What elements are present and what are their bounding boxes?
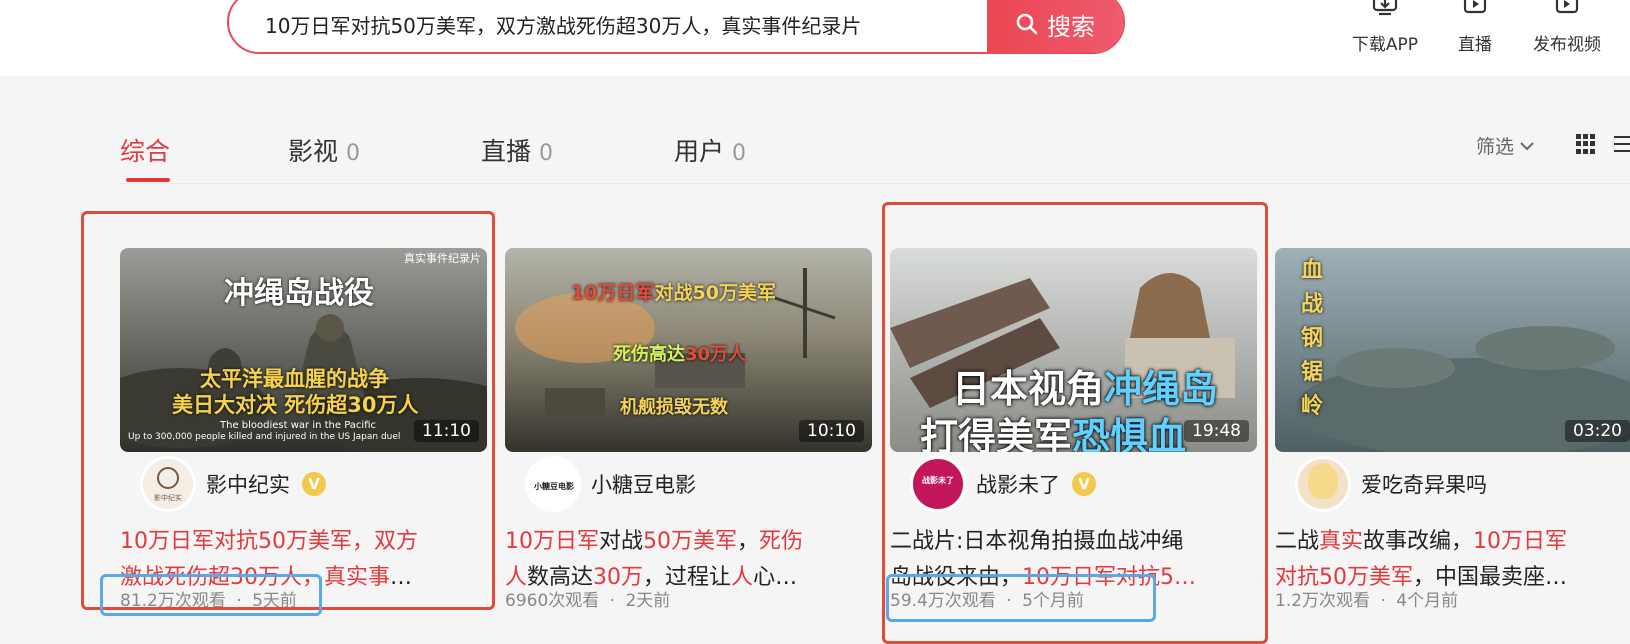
avatar[interactable] bbox=[1295, 456, 1351, 512]
thumb-line1-b: 日军 bbox=[616, 282, 655, 304]
thumb-char: 血 bbox=[1301, 258, 1324, 283]
author-row[interactable]: 爱吃奇异果吗 bbox=[1295, 456, 1487, 512]
video-thumbnail[interactable]: 血 战 钢 锯 岭 03:20 bbox=[1275, 248, 1630, 452]
tabs-divider bbox=[118, 183, 1630, 184]
meta-dot: · bbox=[609, 591, 616, 611]
chevron-down-icon bbox=[1520, 141, 1534, 150]
title-part: ， bbox=[737, 529, 760, 554]
title-part: 心… bbox=[753, 565, 798, 590]
top-header: 10万日军对抗50万美军，双方激战死伤超30万人，真实事件纪录片 搜索 下载AP… bbox=[0, 0, 1630, 76]
tab-live-label: 直播 bbox=[481, 137, 532, 166]
live-label: 直播 bbox=[1458, 35, 1492, 55]
title-part: 故事改编， bbox=[1363, 529, 1474, 554]
tab-users-label: 用户 bbox=[674, 137, 725, 166]
tab-all-label: 综合 bbox=[120, 137, 171, 166]
title-part: 真实 bbox=[1319, 529, 1364, 554]
title-part: 10万日军 bbox=[505, 529, 599, 554]
title-part: 10万日军 bbox=[1473, 529, 1568, 554]
highlight-box-blue bbox=[100, 574, 322, 616]
thumb-line1-c: 对战50万美军 bbox=[654, 282, 776, 304]
avatar[interactable]: 小糖豆电影 bbox=[525, 456, 581, 512]
tab-film[interactable]: 影视 0 bbox=[288, 132, 360, 168]
search-icon bbox=[1016, 13, 1038, 35]
tab-film-label: 影视 bbox=[288, 137, 339, 166]
filter-label: 筛选 bbox=[1476, 136, 1515, 158]
thumb-line2-b: 30万人 bbox=[685, 344, 747, 365]
view-count: 1.2万次观看 bbox=[1275, 591, 1371, 611]
search-button[interactable]: 搜索 bbox=[987, 0, 1123, 52]
thumb-vertical-title: 血 战 钢 锯 岭 bbox=[1301, 254, 1331, 424]
thumb-line1: 10万日军对战50万美军 bbox=[571, 278, 776, 305]
thumb-line1-a: 10万 bbox=[571, 282, 617, 304]
video-duration: 03:20 bbox=[1565, 420, 1630, 442]
title-part: 50万美军 bbox=[643, 529, 738, 554]
tab-live[interactable]: 直播 0 bbox=[481, 132, 553, 168]
result-tabs: 综合 影视 0 直播 0 用户 0 bbox=[0, 76, 1630, 184]
grid-view-icon[interactable] bbox=[1576, 134, 1596, 154]
title-part: 二战 bbox=[1275, 529, 1320, 554]
list-view-icon[interactable] bbox=[1614, 136, 1630, 154]
meta-dot: · bbox=[1380, 591, 1386, 611]
live-icon bbox=[1463, 0, 1487, 14]
avatar-text: 小糖豆电影 bbox=[534, 482, 574, 491]
video-thumbnail[interactable]: 10万日军对战50万美军 死伤高达30万人 机舰损毁无数 10:10 bbox=[505, 248, 872, 452]
avatar-figure-icon bbox=[1308, 463, 1338, 499]
video-card[interactable]: 10万日军对战50万美军 死伤高达30万人 机舰损毁无数 10:10 小糖豆电影… bbox=[505, 248, 872, 611]
thumb-char: 战 bbox=[1301, 292, 1324, 317]
thumb-char: 岭 bbox=[1301, 394, 1324, 419]
tab-users-count: 0 bbox=[732, 141, 747, 166]
search-bar: 10万日军对抗50万美军，双方激战死伤超30万人，真实事件纪录片 搜索 bbox=[227, 0, 1125, 54]
publish-video-label: 发布视频 bbox=[1533, 35, 1601, 55]
highlight-box-red bbox=[81, 211, 495, 610]
search-button-label: 搜索 bbox=[1047, 12, 1095, 41]
highlight-box-blue bbox=[886, 574, 1156, 622]
active-tab-indicator bbox=[126, 178, 170, 182]
thumb-line2: 死伤高达30万人 bbox=[613, 340, 746, 366]
thumb-line2-a: 死伤高达 bbox=[613, 344, 685, 365]
tab-users[interactable]: 用户 0 bbox=[674, 132, 746, 168]
filter-button[interactable]: 筛选 bbox=[1476, 132, 1534, 159]
thumb-char: 钢 bbox=[1301, 326, 1324, 351]
download-icon bbox=[1372, 0, 1398, 16]
search-input[interactable]: 10万日军对抗50万美军，双方激战死伤超30万人，真实事件纪录片 bbox=[265, 10, 861, 39]
title-part: 人 bbox=[731, 565, 754, 590]
author-name[interactable]: 爱吃奇异果吗 bbox=[1361, 469, 1487, 499]
publish-icon bbox=[1555, 0, 1579, 14]
author-name[interactable]: 小糖豆电影 bbox=[591, 469, 696, 499]
author-row[interactable]: 小糖豆电影 小糖豆电影 bbox=[525, 456, 696, 512]
video-duration: 10:10 bbox=[799, 420, 864, 442]
video-card[interactable]: 血 战 钢 锯 岭 03:20 爱吃奇异果吗 二战真实故事改编，10万日军 对抗… bbox=[1275, 248, 1630, 611]
download-app-label: 下载APP bbox=[1351, 35, 1419, 55]
view-count: 6960次观看 bbox=[505, 591, 600, 611]
publish-time: 2天前 bbox=[625, 591, 671, 611]
tab-live-count: 0 bbox=[539, 141, 554, 166]
title-part: 死伤 bbox=[759, 529, 804, 554]
publish-time: 4个月前 bbox=[1396, 591, 1459, 611]
tab-film-count: 0 bbox=[346, 141, 361, 166]
thumb-line3: 机舰损毁无数 bbox=[620, 397, 728, 418]
thumb-char: 锯 bbox=[1301, 360, 1324, 385]
video-meta: 6960次观看 · 2天前 bbox=[505, 586, 670, 611]
video-meta: 1.2万次观看 · 4个月前 bbox=[1275, 586, 1458, 611]
tab-all[interactable]: 综合 bbox=[120, 132, 170, 168]
title-part: 对战 bbox=[599, 529, 644, 554]
